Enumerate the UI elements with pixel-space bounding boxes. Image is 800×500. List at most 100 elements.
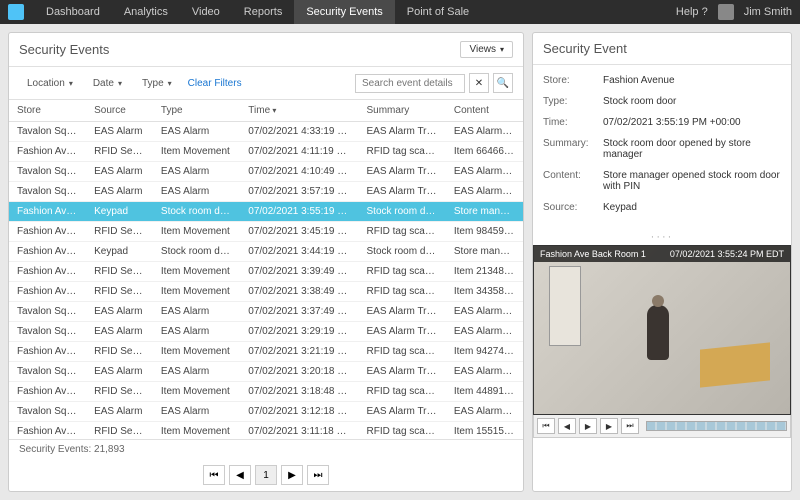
pager-prev[interactable]: ◀ bbox=[229, 465, 251, 485]
video-player[interactable]: Fashion Ave Back Room 1 07/02/2021 3:55:… bbox=[533, 245, 791, 415]
pager-first[interactable]: ⏮ bbox=[203, 465, 225, 485]
detail-row: Summary:Stock room door opened by store … bbox=[543, 138, 781, 160]
cell-type: EAS Alarm bbox=[153, 362, 240, 382]
cell-summary: Stock room door opened ... bbox=[359, 202, 446, 222]
resize-grip[interactable] bbox=[533, 233, 791, 241]
cell-store: Tavalon Square bbox=[9, 402, 86, 422]
cell-time: 07/02/2021 3:20:18 PM +0... bbox=[240, 362, 358, 382]
video-controls: ⏮ ◀ ▶ ▶ ⏭ bbox=[533, 415, 791, 438]
detail-value: Stock room door opened by store manager bbox=[603, 138, 781, 160]
table-row[interactable]: Fashion AvenueKeypadStock room door07/02… bbox=[9, 202, 523, 222]
col-time[interactable]: Time bbox=[240, 100, 358, 122]
cell-store: Tavalon Square bbox=[9, 122, 86, 142]
nav-video[interactable]: Video bbox=[180, 0, 232, 24]
search-button[interactable]: 🔍 bbox=[493, 73, 513, 93]
cell-store: Fashion Avenue bbox=[9, 382, 86, 402]
table-row[interactable]: Fashion AvenueKeypadStock room door07/02… bbox=[9, 242, 523, 262]
cell-content: Store manager opened st... bbox=[446, 242, 523, 262]
filter-type[interactable]: Type▾ bbox=[134, 75, 180, 92]
table-row[interactable]: Fashion AvenueRFID SensorItem Movement07… bbox=[9, 382, 523, 402]
pager-next[interactable]: ▶ bbox=[281, 465, 303, 485]
events-panel: Security Events Views▾ Location▾ Date▾ T… bbox=[8, 32, 524, 492]
search-input[interactable] bbox=[355, 74, 465, 93]
detail-label: Type: bbox=[543, 96, 603, 107]
video-play[interactable]: ▶ bbox=[579, 418, 597, 434]
cell-content: EAS Alarm triggered at Fr... bbox=[446, 362, 523, 382]
close-icon: ✕ bbox=[475, 78, 483, 89]
video-scene-person bbox=[647, 305, 669, 360]
pager-current[interactable]: 1 bbox=[255, 465, 277, 485]
clear-filters[interactable]: Clear Filters bbox=[188, 78, 242, 89]
cell-time: 07/02/2021 3:44:19 PM +0... bbox=[240, 242, 358, 262]
cell-type: EAS Alarm bbox=[153, 402, 240, 422]
video-step-back[interactable]: ◀ bbox=[558, 418, 576, 434]
cell-store: Tavalon Square bbox=[9, 162, 86, 182]
cell-source: EAS Alarm bbox=[86, 322, 153, 342]
table-row[interactable]: Tavalon SquareEAS AlarmEAS Alarm07/02/20… bbox=[9, 322, 523, 342]
detail-label: Time: bbox=[543, 117, 603, 128]
cell-store: Fashion Avenue bbox=[9, 262, 86, 282]
video-timeline[interactable] bbox=[646, 421, 787, 431]
cell-time: 07/02/2021 3:18:48 PM +0... bbox=[240, 382, 358, 402]
video-step-fwd[interactable]: ▶ bbox=[600, 418, 618, 434]
cell-type: EAS Alarm bbox=[153, 162, 240, 182]
table-row[interactable]: Fashion AvenueRFID SensorItem Movement07… bbox=[9, 142, 523, 162]
cell-summary: EAS Alarm Triggered bbox=[359, 362, 446, 382]
col-summary[interactable]: Summary bbox=[359, 100, 446, 122]
cell-content: EAS Alarm triggered at Fr... bbox=[446, 402, 523, 422]
nav-point-of-sale[interactable]: Point of Sale bbox=[395, 0, 481, 24]
table-row[interactable]: Tavalon SquareEAS AlarmEAS Alarm07/02/20… bbox=[9, 162, 523, 182]
cell-source: RFID Sensor bbox=[86, 422, 153, 440]
nav-reports[interactable]: Reports bbox=[232, 0, 295, 24]
cell-summary: EAS Alarm Triggered bbox=[359, 162, 446, 182]
video-skip-fwd[interactable]: ⏭ bbox=[621, 418, 639, 434]
nav-dashboard[interactable]: Dashboard bbox=[34, 0, 112, 24]
cell-type: Stock room door bbox=[153, 242, 240, 262]
col-content[interactable]: Content bbox=[446, 100, 523, 122]
cell-source: EAS Alarm bbox=[86, 162, 153, 182]
cell-time: 07/02/2021 3:55:19 PM +0... bbox=[240, 202, 358, 222]
filter-date[interactable]: Date▾ bbox=[85, 75, 130, 92]
table-row[interactable]: Fashion AvenueRFID SensorItem Movement07… bbox=[9, 282, 523, 302]
table-row[interactable]: Fashion AvenueRFID SensorItem Movement07… bbox=[9, 262, 523, 282]
cell-content: Item 21348788 scanned a... bbox=[446, 262, 523, 282]
cell-summary: RFID tag scanned bbox=[359, 282, 446, 302]
table-row[interactable]: Fashion AvenueRFID SensorItem Movement07… bbox=[9, 342, 523, 362]
table-row[interactable]: Tavalon SquareEAS AlarmEAS Alarm07/02/20… bbox=[9, 362, 523, 382]
table-row[interactable]: Tavalon SquareEAS AlarmEAS Alarm07/02/20… bbox=[9, 182, 523, 202]
filter-location[interactable]: Location▾ bbox=[19, 75, 81, 92]
camera-name: Fashion Ave Back Room 1 bbox=[540, 249, 646, 259]
help-link[interactable]: Help ? bbox=[676, 6, 708, 18]
table-row[interactable]: Fashion AvenueRFID SensorItem Movement07… bbox=[9, 422, 523, 440]
cell-time: 07/02/2021 3:45:19 PM +0... bbox=[240, 222, 358, 242]
topbar: DashboardAnalyticsVideoReportsSecurity E… bbox=[0, 0, 800, 24]
video-skip-back[interactable]: ⏮ bbox=[537, 418, 555, 434]
cell-source: EAS Alarm bbox=[86, 122, 153, 142]
cell-content: Item 34358237 scanned a... bbox=[446, 282, 523, 302]
nav-security-events[interactable]: Security Events bbox=[294, 0, 394, 24]
main-nav: DashboardAnalyticsVideoReportsSecurity E… bbox=[34, 0, 481, 24]
col-source[interactable]: Source bbox=[86, 100, 153, 122]
user-name[interactable]: Jim Smith bbox=[744, 6, 792, 18]
cell-type: Stock room door bbox=[153, 202, 240, 222]
cell-source: EAS Alarm bbox=[86, 302, 153, 322]
table-row[interactable]: Tavalon SquareEAS AlarmEAS Alarm07/02/20… bbox=[9, 302, 523, 322]
nav-analytics[interactable]: Analytics bbox=[112, 0, 180, 24]
cell-summary: RFID tag scanned bbox=[359, 382, 446, 402]
table-row[interactable]: Tavalon SquareEAS AlarmEAS Alarm07/02/20… bbox=[9, 402, 523, 422]
pager-last[interactable]: ⏭ bbox=[307, 465, 329, 485]
clear-search-button[interactable]: ✕ bbox=[469, 73, 489, 93]
user-avatar[interactable] bbox=[718, 4, 734, 20]
table-row[interactable]: Tavalon SquareEAS AlarmEAS Alarm07/02/20… bbox=[9, 122, 523, 142]
cell-time: 07/02/2021 3:39:49 PM +0... bbox=[240, 262, 358, 282]
events-table-scroll[interactable]: StoreSourceTypeTimeSummaryContent Tavalo… bbox=[9, 100, 523, 439]
cell-source: RFID Sensor bbox=[86, 382, 153, 402]
col-type[interactable]: Type bbox=[153, 100, 240, 122]
cell-summary: EAS Alarm Triggered bbox=[359, 322, 446, 342]
detail-row: Source:Keypad bbox=[543, 202, 781, 213]
help-icon: ? bbox=[702, 6, 708, 18]
app-logo[interactable] bbox=[8, 4, 24, 20]
views-button[interactable]: Views▾ bbox=[460, 41, 513, 58]
table-row[interactable]: Fashion AvenueRFID SensorItem Movement07… bbox=[9, 222, 523, 242]
col-store[interactable]: Store bbox=[9, 100, 86, 122]
